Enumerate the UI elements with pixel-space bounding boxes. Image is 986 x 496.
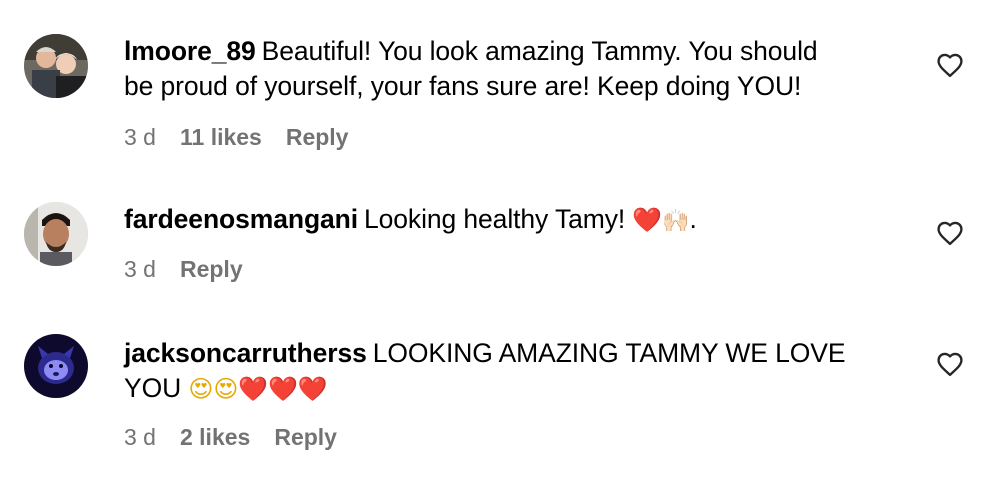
- comment-body: fardeenosmangani Looking healthy Tamy! ❤️…: [124, 202, 904, 239]
- likes-count[interactable]: 11 likes: [180, 124, 262, 150]
- comment-timestamp[interactable]: 3 d: [124, 256, 156, 282]
- heart-outline-icon: [937, 352, 963, 377]
- red-heart-emoji: ❤️: [268, 375, 298, 403]
- heart-outline-icon: [937, 221, 963, 246]
- comment-meta: 3 d Reply: [124, 256, 267, 283]
- reply-button[interactable]: Reply: [274, 424, 337, 450]
- comment-username[interactable]: fardeenosmangani: [124, 204, 358, 234]
- comment-text-line: Beautiful! You look amazing Tammy. You s…: [261, 36, 818, 66]
- red-heart-emoji: ❤️: [297, 375, 328, 403]
- comment-item: jacksoncarrutherss LOOKING AMAZING TAMMY …: [0, 300, 986, 496]
- comment-trailing-text: .: [689, 204, 697, 234]
- reply-button[interactable]: Reply: [180, 256, 243, 282]
- heart-outline-icon: [937, 53, 963, 78]
- avatar-image: [24, 334, 88, 398]
- like-button[interactable]: [936, 220, 964, 246]
- avatar[interactable]: [24, 202, 88, 266]
- reply-button[interactable]: Reply: [286, 124, 349, 150]
- comment-item: lmoore_89 Beautiful! You look amazing Tam…: [0, 0, 986, 170]
- avatar-image: [24, 202, 88, 266]
- heart-eyes-emoji: 😍: [213, 375, 239, 403]
- heart-eyes-emoji: 😍: [188, 375, 214, 403]
- comment-meta: 3 d 2 likes Reply: [124, 424, 361, 451]
- comment-text-line: be proud of yourself, your fans sure are…: [124, 71, 802, 101]
- red-heart-emoji: ❤️: [238, 375, 269, 403]
- like-button[interactable]: [936, 52, 964, 78]
- likes-count[interactable]: 2 likes: [180, 424, 250, 450]
- comment-item: fardeenosmangani Looking healthy Tamy! ❤️…: [0, 170, 986, 320]
- comment-timestamp[interactable]: 3 d: [124, 424, 156, 450]
- comment-meta: 3 d 11 likes Reply: [124, 124, 372, 151]
- comment-timestamp[interactable]: 3 d: [124, 124, 156, 150]
- avatar-image: [24, 34, 88, 98]
- comment-text-line: Looking healthy Tamy!: [364, 204, 626, 234]
- avatar[interactable]: [24, 334, 88, 398]
- comment-text-line: LOOKING AMAZING TAMMY WE LOVE: [372, 338, 846, 368]
- comment-body: lmoore_89 Beautiful! You look amazing Tam…: [124, 34, 904, 104]
- comment-body: jacksoncarrutherss LOOKING AMAZING TAMMY …: [124, 336, 904, 407]
- like-button[interactable]: [936, 351, 964, 377]
- comment-text-line: YOU: [124, 373, 182, 403]
- red-heart-emoji: ❤️: [632, 206, 663, 234]
- comment-username[interactable]: jacksoncarrutherss: [124, 338, 367, 368]
- raising-hands-emoji: 🙌🏻: [662, 209, 690, 234]
- comment-username[interactable]: lmoore_89: [124, 36, 256, 66]
- avatar[interactable]: [24, 34, 88, 98]
